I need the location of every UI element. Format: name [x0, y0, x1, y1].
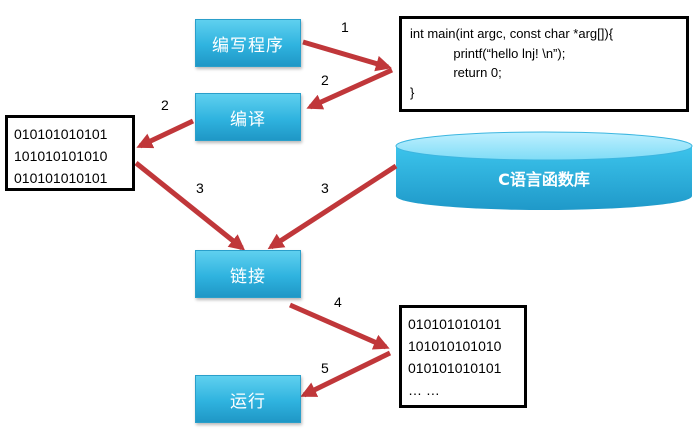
binary-line: 101010101010: [14, 148, 108, 164]
arrow-3-left: [134, 161, 246, 251]
source-code-box: int main(int argc, const char *arg[]){ p…: [399, 16, 689, 112]
arrow-number-3-left: 3: [196, 180, 204, 196]
arrow-number-5: 5: [321, 360, 329, 376]
step-write-label: 编写程序: [212, 35, 284, 56]
arrow-number-3-right: 3: [321, 180, 329, 196]
step-write-program: 编写程序: [195, 19, 301, 67]
step-compile: 编译: [195, 93, 301, 141]
executable-code-box: 010101010101 101010101010 010101010101 ……: [399, 305, 527, 408]
arrow-1: [302, 39, 392, 72]
arrow-number-2-top: 2: [321, 72, 329, 88]
code-line: }: [410, 84, 415, 100]
arrow-4: [288, 302, 390, 350]
code-line: return 0;: [410, 65, 502, 80]
step-run-label: 运行: [230, 391, 266, 412]
code-line: int main(int argc, const char *arg[]){: [410, 26, 614, 41]
arrow-3-right: [267, 163, 398, 250]
arrow-number-1: 1: [341, 19, 349, 35]
step-link: 链接: [195, 250, 301, 298]
binary-line: 010101010101: [408, 360, 502, 376]
compilation-flow-diagram: 编写程序 编译 链接 运行 int main(int argc, const c…: [0, 0, 699, 436]
arrow-number-2-left: 2: [161, 97, 169, 113]
binary-line: … …: [408, 382, 440, 398]
object-code-box: 010101010101 101010101010 010101010101: [5, 115, 135, 191]
code-line: printf(“hello lnj! \n”);: [410, 45, 566, 61]
arrow-2-left: [136, 118, 195, 149]
binary-line: 010101010101: [408, 316, 502, 332]
library-label: C语言函数库: [498, 170, 590, 189]
arrow-5: [300, 350, 392, 398]
binary-line: 010101010101: [14, 170, 108, 186]
step-compile-label: 编译: [230, 109, 266, 130]
step-run: 运行: [195, 375, 301, 423]
arrow-number-4: 4: [334, 294, 342, 310]
step-link-label: 链接: [230, 266, 266, 287]
binary-line: 101010101010: [408, 338, 502, 354]
binary-line: 010101010101: [14, 126, 108, 142]
